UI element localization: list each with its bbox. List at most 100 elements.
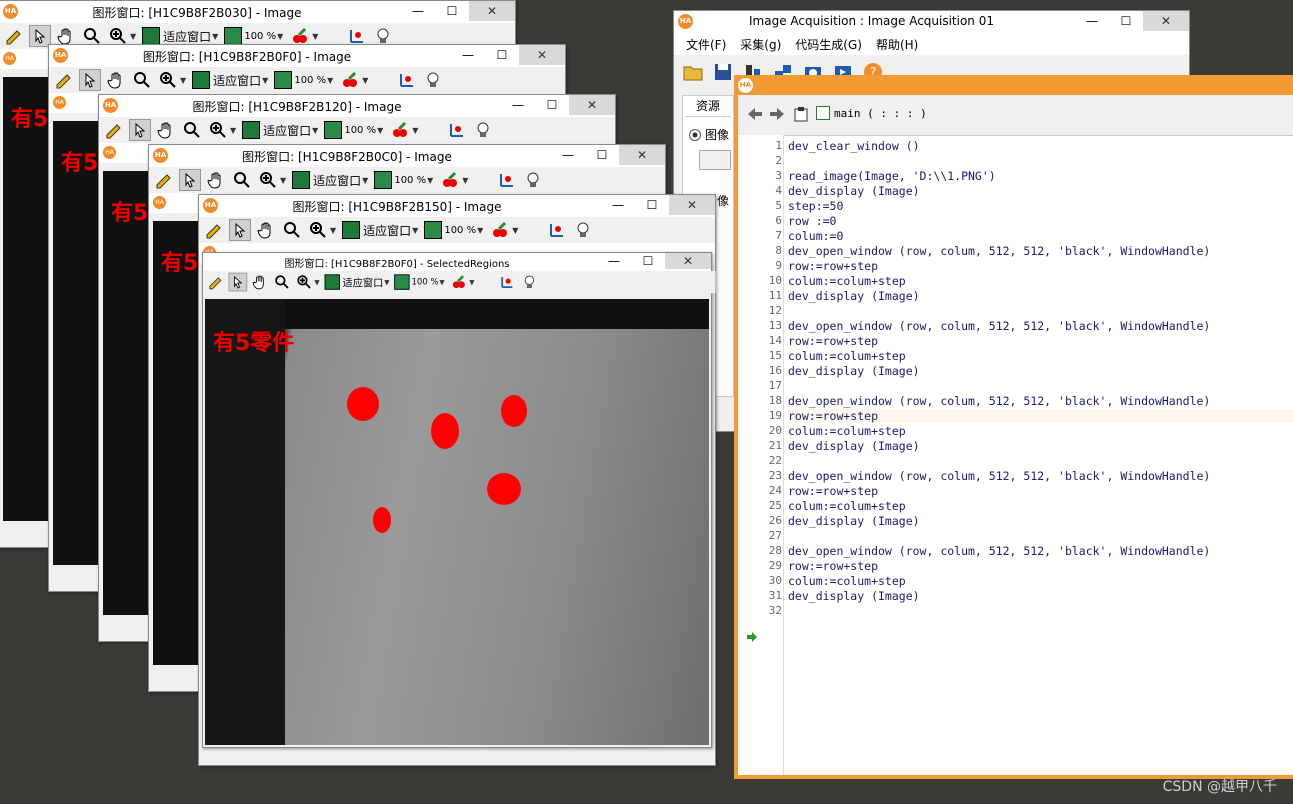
gw2-coordinate-icon[interactable]: [396, 69, 418, 91]
gw3-magnify-icon[interactable]: [181, 119, 203, 141]
menu-help[interactable]: 帮助(H): [876, 36, 918, 53]
code-area[interactable]: dev_clear_window () read_image(Image, 'D:…: [784, 135, 1293, 775]
gw5-lightbulb-icon[interactable]: [572, 219, 594, 241]
gw3-fit-window[interactable]: 适应窗口: [242, 121, 311, 139]
menu-codegen[interactable]: 代码生成(G): [795, 36, 862, 53]
code-line[interactable]: dev_display (Image): [788, 364, 920, 378]
open-folder-icon[interactable]: [682, 61, 704, 83]
gw1-color-dropdown-icon[interactable]: ▼: [312, 32, 318, 41]
close-button[interactable]: ✕: [519, 45, 565, 65]
selected-regions-canvas[interactable]: 有5零件: [205, 299, 709, 745]
gw4-color-icon[interactable]: [439, 169, 461, 191]
gw4-draw-icon[interactable]: [153, 169, 175, 191]
gw2-pointer-icon[interactable]: [79, 69, 101, 91]
gw1-zoom-dropdown-icon[interactable]: ▼: [130, 32, 136, 41]
maximize-button[interactable]: ☐: [1109, 11, 1143, 31]
gw5-magnify-icon[interactable]: [281, 219, 303, 241]
gw2-zoom-level-dropdown-icon[interactable]: ▼: [327, 76, 333, 85]
close-button[interactable]: ✕: [669, 195, 715, 215]
gw4-zoom-dropdown-icon[interactable]: ▼: [280, 176, 286, 185]
gw3-pointer-icon[interactable]: [129, 119, 151, 141]
gw5-coordinate-icon[interactable]: [546, 219, 568, 241]
front-zoom-level[interactable]: 100 %: [394, 274, 439, 290]
code-line[interactable]: row:=row+step: [788, 484, 878, 498]
gw4-zoom-level[interactable]: 100 %: [374, 171, 426, 189]
gw3-lightbulb-icon[interactable]: [472, 119, 494, 141]
gw5-color-icon[interactable]: [489, 219, 511, 241]
gw3-fit-dropdown-icon[interactable]: ▼: [312, 126, 318, 135]
front-fit-window[interactable]: 适应窗口: [324, 274, 383, 290]
gw3-color-icon[interactable]: [389, 119, 411, 141]
front-lightbulb-icon[interactable]: [520, 273, 539, 292]
gw5-pointer-icon[interactable]: [229, 219, 251, 241]
code-line[interactable]: row:=row+step: [788, 409, 1293, 423]
forward-arrow-icon[interactable]: [768, 105, 786, 123]
front-draw-icon[interactable]: [206, 273, 225, 292]
code-line[interactable]: dev_clear_window (): [788, 139, 920, 153]
gw5-zoom-dropdown-icon[interactable]: ▼: [330, 226, 336, 235]
gw4-zoom-in-icon[interactable]: [257, 169, 279, 191]
graphics-window-title-bar[interactable]: HA 图形窗口: [H1C9B8F2B150] - Image — ☐ ✕: [199, 195, 715, 217]
acquisition-button[interactable]: [699, 150, 731, 170]
front-zoom-in-icon[interactable]: [295, 273, 314, 292]
close-button[interactable]: ✕: [619, 145, 665, 165]
code-line[interactable]: dev_open_window (row, colum, 512, 512, '…: [788, 244, 1210, 258]
code-line[interactable]: colum:=colum+step: [788, 424, 906, 438]
gw5-zoom-level-dropdown-icon[interactable]: ▼: [477, 226, 483, 235]
gw1-zoom-level-dropdown-icon[interactable]: ▼: [277, 32, 283, 41]
close-button[interactable]: ✕: [665, 253, 711, 269]
gw2-draw-icon[interactable]: [53, 69, 75, 91]
gw3-zoom-dropdown-icon[interactable]: ▼: [230, 126, 236, 135]
back-arrow-icon[interactable]: [746, 105, 764, 123]
selected-regions-window[interactable]: 图形窗口: [H1C9B8F2B0F0] - SelectedRegions —…: [202, 252, 716, 748]
maximize-button[interactable]: ☐: [631, 253, 665, 269]
close-button[interactable]: ✕: [469, 1, 515, 21]
gw3-color-dropdown-icon[interactable]: ▼: [412, 126, 418, 135]
gw4-hand-icon[interactable]: [205, 169, 227, 191]
code-line[interactable]: row:=row+step: [788, 559, 878, 573]
maximize-button[interactable]: ☐: [435, 1, 469, 21]
gw4-magnify-icon[interactable]: [231, 169, 253, 191]
code-line[interactable]: row :=0: [788, 214, 836, 228]
code-line[interactable]: dev_display (Image): [788, 289, 920, 303]
acquisition-title-bar[interactable]: HA Image Acquisition : Image Acquisition…: [674, 11, 1189, 33]
gw2-color-dropdown-icon[interactable]: ▼: [362, 76, 368, 85]
gw5-fit-window[interactable]: 适应窗口: [342, 221, 411, 239]
code-line[interactable]: row:=row+step: [788, 334, 878, 348]
minimize-button[interactable]: —: [1075, 11, 1109, 31]
graphics-window-title-bar[interactable]: HA 图形窗口: [H1C9B8F2B0C0] - Image — ☐ ✕: [149, 145, 665, 167]
code-line[interactable]: colum:=0: [788, 229, 843, 243]
gw5-zoom-in-icon[interactable]: [307, 219, 329, 241]
gw4-color-dropdown-icon[interactable]: ▼: [462, 176, 468, 185]
gw2-color-icon[interactable]: [339, 69, 361, 91]
gw1-draw-icon[interactable]: [3, 25, 25, 47]
code-line[interactable]: dev_open_window (row, colum, 512, 512, '…: [788, 394, 1210, 408]
gw2-zoom-in-icon[interactable]: [157, 69, 179, 91]
front-zoom-dropdown-icon[interactable]: ▼: [314, 278, 319, 286]
gw2-hand-icon[interactable]: [105, 69, 127, 91]
gw5-zoom-level[interactable]: 100 %: [424, 221, 476, 239]
code-line[interactable]: dev_display (Image): [788, 589, 920, 603]
gw4-fit-window[interactable]: 适应窗口: [292, 171, 361, 189]
code-line[interactable]: dev_open_window (row, colum, 512, 512, '…: [788, 544, 1210, 558]
maximize-button[interactable]: ☐: [535, 95, 569, 115]
minimize-button[interactable]: —: [401, 1, 435, 21]
gw1-zoom-level[interactable]: 100 %: [224, 27, 276, 45]
gw5-draw-icon[interactable]: [203, 219, 225, 241]
front-coordinate-icon[interactable]: [498, 273, 517, 292]
graphics-window-title-bar[interactable]: HA 图形窗口: [H1C9B8F2B030] - Image — ☐ ✕: [0, 1, 515, 23]
graphics-window-title-bar[interactable]: HA 图形窗口: [H1C9B8F2B120] - Image — ☐ ✕: [99, 95, 615, 117]
gw2-magnify-icon[interactable]: [131, 69, 153, 91]
code-line[interactable]: dev_display (Image): [788, 184, 920, 198]
close-button[interactable]: ✕: [1143, 11, 1189, 31]
minimize-button[interactable]: —: [601, 195, 635, 215]
maximize-button[interactable]: ☐: [585, 145, 619, 165]
maximize-button[interactable]: ☐: [485, 45, 519, 65]
gw2-zoom-level[interactable]: 100 %: [274, 71, 326, 89]
code-line[interactable]: dev_display (Image): [788, 439, 920, 453]
code-line[interactable]: read_image(Image, 'D:\\1.PNG'): [788, 169, 996, 183]
gw2-fit-window[interactable]: 适应窗口: [192, 71, 261, 89]
editor-title-bar[interactable]: HA: [734, 75, 1293, 95]
code-line[interactable]: colum:=colum+step: [788, 574, 906, 588]
tab-resources[interactable]: 资源: [685, 96, 731, 117]
